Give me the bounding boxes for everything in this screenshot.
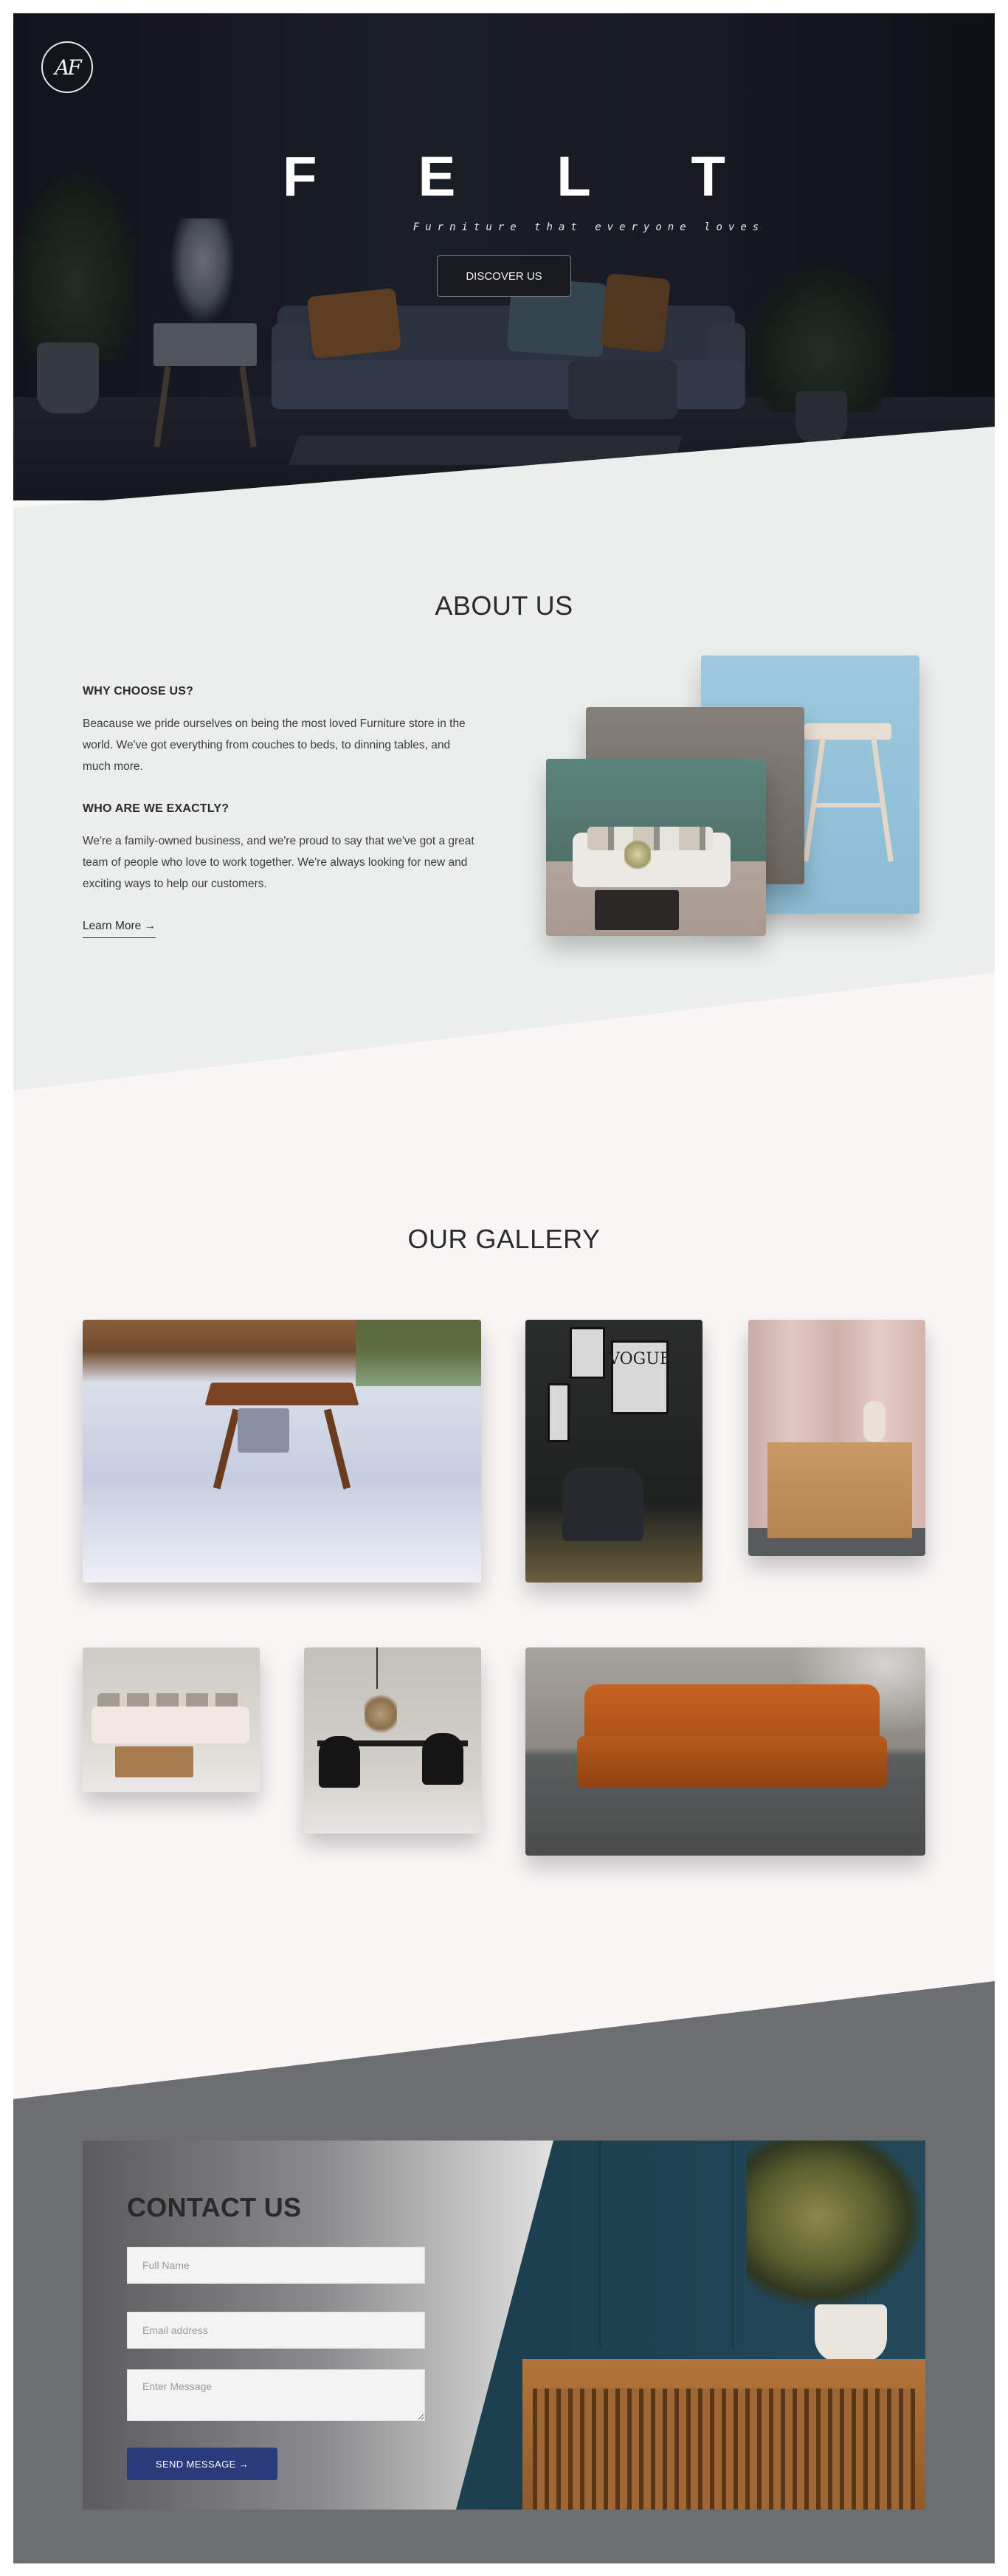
plant-shape bbox=[624, 838, 651, 871]
gallery-image-living-room[interactable] bbox=[83, 1647, 260, 1792]
brand-logo-text: AF bbox=[55, 55, 82, 80]
pendant-lamp-shape bbox=[376, 1647, 378, 1689]
about-section: ABOUT US WHY CHOOSE US? Beacause we prid… bbox=[13, 427, 995, 1091]
stool-leg bbox=[871, 737, 894, 862]
lounge-chair-shape bbox=[562, 1467, 643, 1541]
stool-rung bbox=[815, 803, 883, 807]
coffee-table-shape bbox=[595, 890, 679, 930]
vogue-poster: VOGUE bbox=[608, 1340, 672, 1414]
page-frame: AF F E L T Furniture that everyone loves… bbox=[13, 13, 995, 2563]
dining-table-shape bbox=[204, 1382, 359, 1406]
gallery-title: OUR GALLERY bbox=[407, 1224, 601, 1254]
dresser-shape bbox=[767, 1442, 912, 1538]
table-leg bbox=[323, 1408, 351, 1490]
about-paragraph-who: We're a family-owned business, and we're… bbox=[83, 835, 474, 890]
poster-frame bbox=[548, 1383, 570, 1442]
sofa-seat-shape bbox=[577, 1736, 887, 1788]
sideboard-shape bbox=[522, 2359, 925, 2510]
flower-shape bbox=[365, 1692, 397, 1736]
about-heading-why: WHY CHOOSE US? bbox=[83, 685, 194, 698]
plant-shape bbox=[747, 2141, 925, 2310]
about-text-block: WHY CHOOSE US? Beacause we pride ourselv… bbox=[83, 685, 481, 938]
gallery-image-dresser[interactable] bbox=[748, 1320, 925, 1556]
gallery-image-lounge-chair[interactable]: VOGUE bbox=[525, 1320, 703, 1583]
learn-more-link[interactable]: Learn More → bbox=[83, 920, 156, 938]
gallery-image-dining-chairs[interactable] bbox=[304, 1647, 481, 1833]
about-heading-who: WHO ARE WE EXACTLY? bbox=[83, 802, 229, 815]
brand-logo[interactable]: AF bbox=[41, 41, 93, 93]
email-field[interactable] bbox=[127, 2312, 425, 2349]
send-message-button[interactable]: SEND MESSAGE → bbox=[127, 2448, 277, 2480]
vase-shape bbox=[863, 1401, 886, 1442]
living-room-photo bbox=[546, 759, 766, 936]
hero-section: AF F E L T Furniture that everyone loves… bbox=[13, 13, 995, 500]
table-leg bbox=[213, 1408, 241, 1490]
chair-shape bbox=[422, 1733, 463, 1785]
about-title: ABOUT US bbox=[435, 590, 573, 621]
brand-title: F E L T bbox=[283, 145, 768, 208]
chair-shape bbox=[319, 1736, 360, 1788]
stool-seat bbox=[804, 723, 891, 740]
planter-shape bbox=[815, 2304, 887, 2362]
gallery-image-dining-room[interactable] bbox=[83, 1320, 481, 1583]
contact-card: CONTACT US SEND MESSAGE → bbox=[83, 2141, 925, 2510]
message-field[interactable] bbox=[127, 2369, 425, 2421]
vogue-poster-text: VOGUE bbox=[608, 1350, 672, 1368]
contact-title: CONTACT US bbox=[127, 2192, 302, 2222]
about-paragraph-why: Beacause we pride ourselves on being the… bbox=[83, 717, 466, 773]
gallery-image-leather-sofa[interactable] bbox=[525, 1647, 925, 1856]
sideboard-slats bbox=[533, 2389, 915, 2510]
sofa-shape bbox=[92, 1707, 249, 1743]
brand-tagline: Furniture that everyone loves bbox=[412, 221, 765, 233]
garden-window bbox=[356, 1320, 481, 1386]
chair-shape bbox=[238, 1408, 289, 1453]
full-name-field[interactable] bbox=[127, 2247, 425, 2284]
discover-us-button[interactable]: DISCOVER US bbox=[437, 255, 571, 297]
stool-leg bbox=[803, 737, 826, 862]
poster-frame bbox=[570, 1327, 605, 1379]
coffee-table-shape bbox=[115, 1746, 193, 1777]
